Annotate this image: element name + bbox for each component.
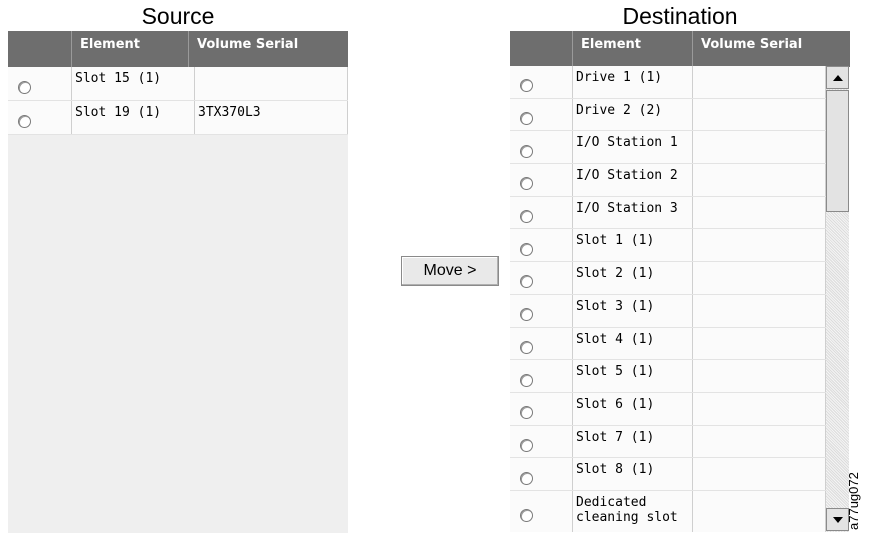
destination-select-cell (510, 360, 573, 392)
destination-header-element: Element (573, 31, 693, 67)
destination-select-cell (510, 294, 573, 327)
destination-volume-serial-cell (693, 262, 826, 294)
radio-button[interactable] (520, 373, 533, 387)
source-header-select (8, 31, 72, 67)
destination-select-cell (510, 66, 573, 98)
destination-volume-serial-cell (693, 229, 826, 262)
source-table-header: Element Volume Serial (8, 31, 348, 67)
source-volume-serial-cell (195, 67, 348, 100)
source-element-cell: Slot 15 (1) (72, 67, 195, 100)
destination-volume-serial-cell (693, 425, 826, 458)
source-volume-serial-cell: 3TX370L3 (195, 101, 348, 134)
source-row[interactable]: Slot 19 (1) 3TX370L3 (8, 101, 348, 135)
destination-row[interactable]: Slot 5 (1) (510, 360, 826, 393)
destination-header-volume-serial: Volume Serial (701, 37, 803, 52)
destination-element-cell: Slot 2 (1) (573, 262, 693, 294)
radio-button[interactable] (520, 406, 533, 420)
arrow-down-icon (832, 516, 843, 523)
radio-button[interactable] (18, 81, 31, 94)
radio-button[interactable] (520, 509, 533, 523)
destination-element-cell: Drive 1 (1) (573, 66, 693, 98)
radio-button[interactable] (18, 115, 31, 128)
destination-row[interactable]: I/O Station 2 (510, 164, 826, 197)
destination-element-cell: Dedicated cleaning slot (573, 490, 693, 532)
destination-table-header: Element Volume Serial (510, 31, 850, 67)
destination-select-cell (510, 131, 573, 164)
destination-table: Drive 1 (1) Drive 2 (2) I/O Station 1 I/O S… (510, 66, 826, 532)
destination-volume-serial-cell (693, 98, 826, 131)
radio-button[interactable] (520, 177, 533, 191)
arrow-up-icon (832, 74, 843, 81)
destination-volume-serial-cell (693, 164, 826, 196)
destination-select-cell (510, 98, 573, 131)
destination-row[interactable]: I/O Station 3 (510, 196, 826, 230)
source-select-cell (8, 101, 72, 134)
source-title: Source (141, 3, 215, 29)
destination-element-cell: Slot 7 (1) (573, 425, 693, 458)
source-element-cell: Slot 19 (1) (72, 101, 195, 134)
destination-element-cell: Slot 6 (1) (573, 392, 693, 425)
move-button[interactable]: Move > (401, 256, 499, 286)
destination-select-cell (510, 262, 573, 294)
destination-element-cell: I/O Station 1 (573, 131, 693, 164)
radio-button[interactable] (520, 210, 533, 224)
destination-element-cell: Slot 8 (1) (573, 458, 693, 490)
destination-volume-serial-cell (693, 490, 826, 532)
destination-element-cell: Slot 1 (1) (573, 229, 693, 262)
destination-element-cell: Slot 5 (1) (573, 360, 693, 392)
destination-row[interactable]: Drive 2 (2) (510, 98, 826, 132)
destination-volume-serial-cell (693, 66, 826, 98)
destination-element-cell: I/O Station 2 (573, 164, 693, 196)
destination-header-select (510, 31, 573, 67)
scroll-thumb[interactable] (826, 90, 849, 212)
destination-row[interactable]: Slot 2 (1) (510, 262, 826, 295)
destination-row[interactable]: Slot 4 (1) (510, 327, 826, 361)
destination-select-cell (510, 392, 573, 425)
destination-select-cell (510, 229, 573, 262)
destination-scrollbar[interactable] (826, 66, 849, 532)
scroll-up-button[interactable] (826, 66, 849, 89)
destination-element-cell: Drive 2 (2) (573, 98, 693, 131)
destination-row[interactable]: Drive 1 (1) (510, 66, 826, 99)
radio-button[interactable] (520, 242, 533, 256)
radio-button[interactable] (520, 144, 533, 158)
destination-volume-serial-cell (693, 131, 826, 164)
destination-select-cell (510, 164, 573, 196)
destination-row[interactable]: I/O Station 1 (510, 131, 826, 165)
destination-element-cell: I/O Station 3 (573, 196, 693, 229)
radio-button[interactable] (520, 112, 533, 126)
source-row[interactable]: Slot 15 (1) (8, 67, 348, 101)
destination-row[interactable]: Slot 6 (1) (510, 392, 826, 426)
destination-row[interactable]: Dedicated cleaning slot (510, 490, 826, 532)
destination-select-cell (510, 196, 573, 229)
destination-title: Destination (622, 3, 738, 29)
destination-volume-serial-cell (693, 458, 826, 490)
destination-select-cell (510, 425, 573, 458)
destination-row[interactable]: Slot 8 (1) (510, 458, 826, 491)
destination-element-cell: Slot 4 (1) (573, 327, 693, 360)
destination-row[interactable]: Slot 3 (1) (510, 294, 826, 328)
destination-select-cell (510, 490, 573, 532)
source-table: Slot 15 (1) Slot 19 (1) 3TX370L3 (8, 67, 348, 533)
radio-button[interactable] (520, 340, 533, 354)
destination-element-cell: Slot 3 (1) (573, 294, 693, 327)
source-select-cell (8, 67, 72, 100)
radio-button[interactable] (520, 438, 533, 452)
destination-select-cell (510, 458, 573, 490)
destination-select-cell (510, 327, 573, 360)
radio-button[interactable] (520, 471, 533, 485)
destination-row[interactable]: Slot 1 (1) (510, 229, 826, 263)
radio-button[interactable] (520, 79, 533, 93)
radio-button[interactable] (520, 308, 533, 322)
source-header-volume-serial: Volume Serial (197, 37, 299, 52)
destination-volume-serial-cell (693, 294, 826, 327)
destination-row[interactable]: Slot 7 (1) (510, 425, 826, 459)
radio-button[interactable] (520, 275, 533, 289)
destination-volume-serial-cell (693, 360, 826, 392)
destination-volume-serial-cell (693, 327, 826, 360)
destination-volume-serial-cell (693, 196, 826, 229)
source-header-element: Element (72, 31, 189, 67)
figure-id: a77ug072 (846, 472, 861, 530)
destination-volume-serial-cell (693, 392, 826, 425)
